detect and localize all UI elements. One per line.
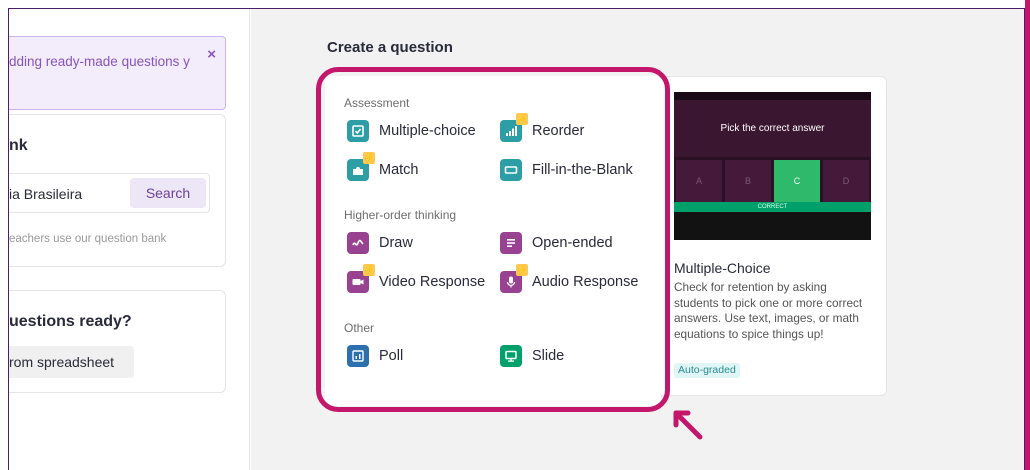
- question-type-poll[interactable]: Poll: [347, 343, 403, 369]
- preview-topbar: [674, 92, 871, 100]
- reorder-label: Reorder: [532, 123, 585, 139]
- lines-icon: [500, 232, 522, 254]
- section-other: Other: [344, 321, 375, 335]
- info-notice: dding ready-made questions y ×: [9, 36, 226, 110]
- create-question-title: Create a question: [327, 39, 453, 56]
- page-right-border: [1024, 8, 1025, 470]
- video-response-label: Video Response: [379, 274, 486, 290]
- question-type-draw[interactable]: Draw: [347, 230, 413, 256]
- question-bank-hint: eachers use our question bank: [9, 233, 167, 245]
- close-icon[interactable]: ×: [207, 46, 216, 63]
- question-type-video-response[interactable]: ⚡ Video Response: [347, 264, 486, 295]
- arrow-icon: [673, 410, 703, 440]
- slide-label: Slide: [532, 348, 565, 364]
- import-spreadsheet-button[interactable]: rom spreadsheet: [9, 346, 134, 378]
- question-bank-card: nk Search eachers use our question bank: [9, 114, 226, 267]
- question-type-preview-card: Pick the correct answer A B C D CORRECT …: [661, 76, 887, 396]
- preview-bottom: [674, 212, 871, 240]
- question-type-panel: Assessment Multiple-choice ⚡ Reorder ⚡ M…: [325, 76, 661, 406]
- question-type-match[interactable]: ⚡ Match: [347, 152, 419, 183]
- lightning-icon: ⚡: [516, 264, 528, 276]
- blank-box-icon: [500, 159, 522, 181]
- question-type-audio-response[interactable]: ⚡ Audio Response: [500, 264, 639, 295]
- preview-title: Multiple-Choice: [674, 260, 771, 276]
- fill-in-the-blank-label: Fill-in-the-Blank: [532, 162, 633, 178]
- audio-response-label: Audio Response: [532, 274, 639, 290]
- draw-label: Draw: [379, 235, 413, 251]
- sidebar: dding ready-made questions y × nk Search…: [9, 9, 250, 470]
- lightning-icon: ⚡: [363, 264, 375, 276]
- import-card: uestions ready? rom spreadsheet: [9, 290, 226, 393]
- preview-options: A B C D: [674, 160, 871, 202]
- lightning-icon: ⚡: [516, 113, 528, 125]
- question-type-slide[interactable]: Slide: [500, 343, 564, 369]
- puzzle-icon: ⚡: [347, 152, 375, 181]
- question-type-open-ended[interactable]: Open-ended: [500, 230, 613, 256]
- question-type-multiple-choice[interactable]: Multiple-choice: [347, 118, 476, 144]
- preview-question-text: Pick the correct answer: [674, 100, 871, 157]
- poll-label: Poll: [379, 348, 404, 364]
- checkbox-icon: [347, 120, 369, 142]
- open-ended-label: Open-ended: [532, 235, 613, 251]
- question-type-reorder[interactable]: ⚡ Reorder: [500, 113, 585, 144]
- match-label: Match: [379, 162, 419, 178]
- search-box: Search: [9, 173, 210, 213]
- multiple-choice-label: Multiple-choice: [379, 123, 476, 139]
- question-bank-title: nk: [9, 137, 28, 154]
- preview-option-b: B: [725, 160, 771, 202]
- main-area: Create a question Assessment Multiple-ch…: [251, 9, 1024, 470]
- lightning-icon: ⚡: [363, 152, 375, 164]
- page-top-margin: [0, 0, 1030, 8]
- search-input[interactable]: [9, 174, 129, 212]
- notice-text: dding ready-made questions y: [9, 54, 190, 69]
- poll-icon: [347, 345, 369, 367]
- preview-option-c: C: [774, 160, 820, 202]
- video-camera-icon: ⚡: [347, 264, 375, 293]
- search-button[interactable]: Search: [130, 178, 206, 208]
- import-title: uestions ready?: [9, 313, 132, 330]
- preview-option-d: D: [823, 160, 869, 202]
- page-right-accent: [1025, 0, 1030, 470]
- section-assessment: Assessment: [344, 96, 410, 110]
- presentation-icon: [500, 345, 522, 367]
- preview-option-a: A: [676, 160, 722, 202]
- preview-description: Check for retention by asking students t…: [674, 280, 863, 341]
- microphone-icon: ⚡: [500, 264, 528, 293]
- question-type-fill-in-the-blank[interactable]: Fill-in-the-Blank: [500, 157, 633, 183]
- preview-correct-banner: CORRECT: [674, 202, 871, 212]
- bars-icon: ⚡: [500, 113, 528, 142]
- auto-graded-badge: Auto-graded: [674, 363, 740, 378]
- scribble-icon: [347, 232, 369, 254]
- preview-image: Pick the correct answer A B C D CORRECT: [674, 92, 871, 240]
- section-higher-order: Higher-order thinking: [344, 208, 457, 222]
